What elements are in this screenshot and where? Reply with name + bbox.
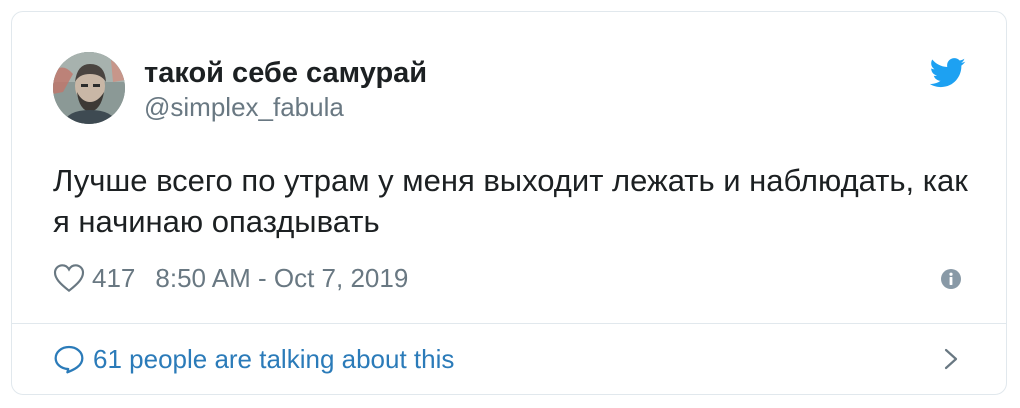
avatar-image <box>53 52 125 124</box>
timestamp[interactable]: 8:50 AM - Oct 7, 2019 <box>155 263 408 294</box>
tweet-card[interactable]: такой себе самурай @simplex_fabula Лучше… <box>11 11 1007 395</box>
conversation-count-label[interactable]: 61 people are talking about this <box>93 344 454 375</box>
divider <box>12 323 1006 324</box>
conversation-link[interactable]: 61 people are talking about this <box>53 342 454 376</box>
chevron-right-icon[interactable] <box>942 348 960 370</box>
like-count[interactable]: 417 <box>92 263 135 294</box>
heart-icon[interactable] <box>53 263 85 293</box>
twitter-bird-icon[interactable] <box>930 58 966 88</box>
info-icon[interactable] <box>940 268 962 290</box>
display-name[interactable]: такой себе самурай <box>144 56 427 90</box>
avatar[interactable] <box>53 52 125 124</box>
speech-bubble-icon <box>54 345 84 374</box>
tweet-text: Лучше всего по утрам у меня выходит лежа… <box>53 163 968 239</box>
user-handle[interactable]: @simplex_fabula <box>144 92 344 122</box>
tweet-meta: 417 8:50 AM - Oct 7, 2019 <box>53 262 408 294</box>
